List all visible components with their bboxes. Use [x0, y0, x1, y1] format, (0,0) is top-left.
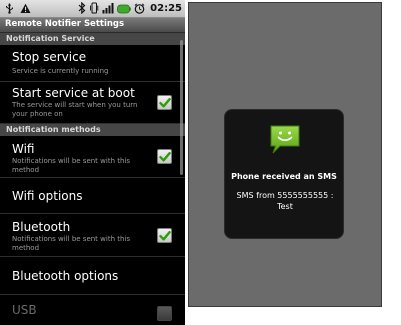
usb-icon	[4, 0, 15, 18]
pref-summary: Service is currently running	[12, 67, 109, 75]
checkmark-icon	[159, 152, 171, 162]
alarm-icon	[134, 0, 145, 18]
pref-wifi-options[interactable]: Wifi options	[0, 178, 185, 214]
notification-title: Phone received an SMS	[231, 172, 337, 181]
preference-list: Notification Service Stop service Servic…	[0, 33, 185, 325]
battery-icon	[117, 0, 131, 18]
category-notification-methods: Notification methods	[0, 124, 185, 136]
pref-title: Wifi options	[12, 189, 83, 203]
screenshot-root: 02:25 Remote Notifier Settings Notificat…	[0, 0, 401, 325]
checkmark-icon	[159, 98, 171, 108]
pref-stop-service[interactable]: Stop service Service is currently runnin…	[0, 45, 185, 82]
pref-title: Bluetooth	[12, 220, 71, 234]
bluetooth-checkbox[interactable]	[157, 228, 172, 243]
status-bar: 02:25	[0, 0, 185, 18]
pref-bluetooth[interactable]: Bluetooth Notifications will be sent wit…	[0, 214, 185, 257]
pref-title: Bluetooth options	[12, 269, 119, 283]
pref-start-at-boot[interactable]: Start service at boot The service will s…	[0, 82, 185, 124]
category-notification-service: Notification Service	[0, 33, 185, 45]
pref-summary: The service will start when you turn you…	[12, 101, 138, 118]
checkmark-icon	[159, 231, 171, 241]
pref-summary: Notifications will be sent with this met…	[12, 235, 131, 252]
notification-body: SMS from 5555555555 : Test	[236, 191, 334, 211]
usb-checkbox[interactable]	[157, 306, 172, 321]
warning-icon	[20, 0, 31, 18]
pref-title: Stop service	[12, 50, 87, 64]
status-bar-right: 02:25	[78, 1, 182, 16]
scrollbar[interactable]	[180, 40, 183, 175]
pref-title: Start service at boot	[12, 86, 135, 100]
status-time: 02:25	[150, 3, 182, 14]
status-bar-left	[4, 1, 31, 16]
bluetooth-icon	[78, 0, 86, 18]
pref-title: USB	[12, 303, 37, 317]
vibrate-icon	[89, 0, 99, 18]
pref-summary: Notifications will be sent with this met…	[12, 157, 131, 174]
pref-bluetooth-options[interactable]: Bluetooth options	[0, 257, 185, 295]
pref-title: Wifi	[12, 142, 35, 156]
app-title: Remote Notifier Settings	[5, 19, 125, 29]
wifi-checkbox[interactable]	[157, 149, 172, 164]
app-title-bar: Remote Notifier Settings	[0, 18, 185, 33]
notification-popup: Phone received an SMS SMS from 555555555…	[224, 109, 344, 239]
sms-icon	[269, 124, 301, 160]
start-at-boot-checkbox[interactable]	[157, 95, 172, 110]
signal-icon	[102, 0, 114, 18]
pref-usb[interactable]: USB	[0, 295, 185, 325]
pref-wifi[interactable]: Wifi Notifications will be sent with thi…	[0, 136, 185, 178]
notification-screen: Phone received an SMS SMS from 555555555…	[188, 2, 382, 307]
settings-screen: 02:25 Remote Notifier Settings Notificat…	[0, 0, 185, 325]
